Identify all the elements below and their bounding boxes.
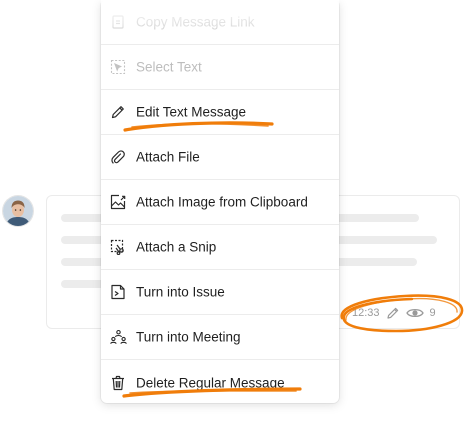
menu-item-edit-text-message[interactable]: Edit Text Message: [101, 90, 339, 135]
menu-item-label: Copy Message Link: [136, 14, 255, 30]
menu-item-label: Select Text: [136, 59, 202, 75]
message-time: 12:33: [352, 307, 380, 319]
issue-icon: [109, 283, 127, 301]
menu-item-attach-a-snip[interactable]: Attach a Snip: [101, 225, 339, 270]
menu-item-select-text[interactable]: Select Text: [101, 45, 339, 90]
select-text-icon: [109, 58, 127, 76]
context-menu: Copy Message Link Select Text Edit Text …: [101, 0, 339, 403]
menu-item-label: Turn into Issue: [136, 284, 225, 300]
menu-item-label: Attach File: [136, 149, 200, 165]
edited-pencil-icon: [386, 306, 400, 320]
image-clipboard-icon: [109, 193, 127, 211]
menu-item-label: Edit Text Message: [136, 104, 247, 120]
menu-item-label: Delete Regular Message: [136, 375, 285, 390]
menu-item-copy-message-link[interactable]: Copy Message Link: [101, 0, 339, 45]
pencil-icon: [109, 103, 127, 121]
snip-icon: [109, 238, 127, 256]
menu-item-attach-image-from-clipboard[interactable]: Attach Image from Clipboard: [101, 180, 339, 225]
avatar[interactable]: [3, 196, 33, 226]
menu-item-delete-regular-message[interactable]: Delete Regular Message: [101, 360, 339, 405]
meeting-icon: [109, 328, 127, 346]
menu-item-turn-into-issue[interactable]: Turn into Issue: [101, 270, 339, 315]
eye-icon: [405, 307, 424, 319]
view-count: 9: [429, 307, 436, 319]
trash-icon: [109, 374, 127, 392]
link-copy-icon: [109, 13, 127, 31]
message-meta: 12:33 9: [352, 305, 436, 321]
menu-item-turn-into-meeting[interactable]: Turn into Meeting: [101, 315, 339, 360]
menu-item-attach-file[interactable]: Attach File: [101, 135, 339, 180]
menu-item-label: Attach a Snip: [136, 239, 217, 255]
menu-item-label: Turn into Meeting: [136, 329, 241, 345]
paperclip-icon: [109, 148, 127, 166]
menu-item-label: Attach Image from Clipboard: [136, 194, 308, 210]
